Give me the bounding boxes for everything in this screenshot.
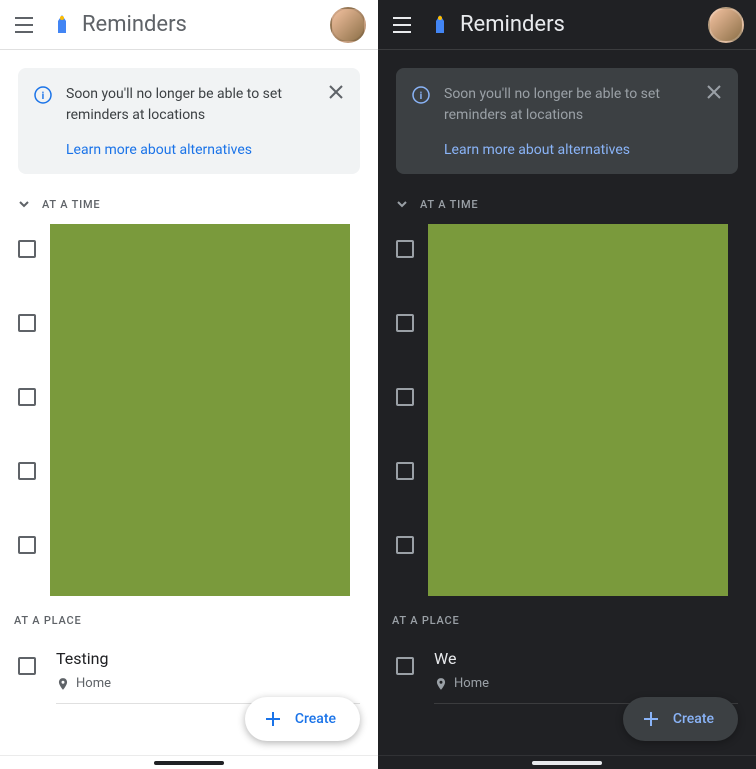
app-logo-icon <box>428 13 452 37</box>
svg-text:i: i <box>42 91 45 102</box>
reminder-title: Testing <box>56 649 360 668</box>
chevron-down-icon <box>14 194 34 214</box>
info-banner: i Soon you'll no longer be able to set r… <box>396 68 738 174</box>
menu-icon[interactable] <box>12 13 36 37</box>
reminder-checkbox[interactable] <box>396 314 414 332</box>
banner-message: Soon you'll no longer be able to set rem… <box>444 84 722 126</box>
section-label-place: AT A PLACE <box>0 594 378 637</box>
app-title: Reminders <box>460 12 565 37</box>
reminder-checkbox[interactable] <box>396 462 414 480</box>
create-label: Create <box>673 711 714 727</box>
menu-icon[interactable] <box>390 13 414 37</box>
reminder-item[interactable] <box>18 372 378 446</box>
learn-more-link[interactable]: Learn more about alternatives <box>66 142 344 158</box>
create-label: Create <box>295 711 336 727</box>
reminder-item[interactable] <box>396 224 756 298</box>
banner-message: Soon you'll no longer be able to set rem… <box>66 84 344 126</box>
bottom-nav <box>378 755 756 769</box>
close-icon[interactable] <box>704 82 724 102</box>
reminder-location: Home <box>56 676 360 691</box>
info-icon: i <box>412 86 430 108</box>
info-banner: i Soon you'll no longer be able to set r… <box>18 68 360 174</box>
pin-icon <box>56 677 70 691</box>
reminder-item[interactable] <box>18 224 378 298</box>
reminder-checkbox[interactable] <box>396 536 414 554</box>
create-button[interactable]: Create <box>623 697 738 741</box>
reminder-item[interactable] <box>18 298 378 372</box>
create-button[interactable]: Create <box>245 697 360 741</box>
app-logo-icon <box>50 13 74 37</box>
reminder-checkbox[interactable] <box>396 657 414 675</box>
reminder-checkbox[interactable] <box>18 314 36 332</box>
header: Reminders <box>0 0 378 50</box>
reminder-location: Home <box>434 676 738 691</box>
reminder-checkbox[interactable] <box>18 657 36 675</box>
section-header-time[interactable]: AT A TIME <box>0 174 378 224</box>
chevron-down-icon <box>392 194 412 214</box>
reminder-item[interactable] <box>396 446 756 520</box>
section-label-place: AT A PLACE <box>378 594 756 637</box>
reminder-checkbox[interactable] <box>18 240 36 258</box>
section-header-time[interactable]: AT A TIME <box>378 174 756 224</box>
app-panel-light: Reminders i Soon you'll no longer be abl… <box>0 0 378 769</box>
pin-icon <box>434 677 448 691</box>
reminder-item[interactable] <box>396 298 756 372</box>
home-indicator <box>154 761 224 765</box>
location-text: Home <box>76 676 111 691</box>
avatar[interactable] <box>330 7 366 43</box>
reminder-item[interactable] <box>396 372 756 446</box>
plus-icon <box>261 707 285 731</box>
reminder-checkbox[interactable] <box>18 462 36 480</box>
reminder-item[interactable] <box>18 520 378 594</box>
reminder-checkbox[interactable] <box>18 536 36 554</box>
svg-text:i: i <box>420 91 423 102</box>
time-items-container <box>0 224 378 594</box>
app-panel-dark: Reminders i Soon you'll no longer be abl… <box>378 0 756 769</box>
reminder-item[interactable] <box>396 520 756 594</box>
reminder-checkbox[interactable] <box>396 240 414 258</box>
app-title: Reminders <box>82 12 187 37</box>
avatar[interactable] <box>708 7 744 43</box>
info-icon: i <box>34 86 52 108</box>
bottom-nav <box>0 755 378 769</box>
reminder-checkbox[interactable] <box>18 388 36 406</box>
section-label-time: AT A TIME <box>42 198 100 211</box>
section-label-time: AT A TIME <box>420 198 478 211</box>
time-items-container <box>378 224 756 594</box>
reminder-item[interactable] <box>18 446 378 520</box>
home-indicator <box>532 761 602 765</box>
close-icon[interactable] <box>326 82 346 102</box>
location-text: Home <box>454 676 489 691</box>
plus-icon <box>639 707 663 731</box>
reminder-checkbox[interactable] <box>396 388 414 406</box>
reminder-title: We <box>434 649 738 668</box>
learn-more-link[interactable]: Learn more about alternatives <box>444 142 722 158</box>
header: Reminders <box>378 0 756 50</box>
